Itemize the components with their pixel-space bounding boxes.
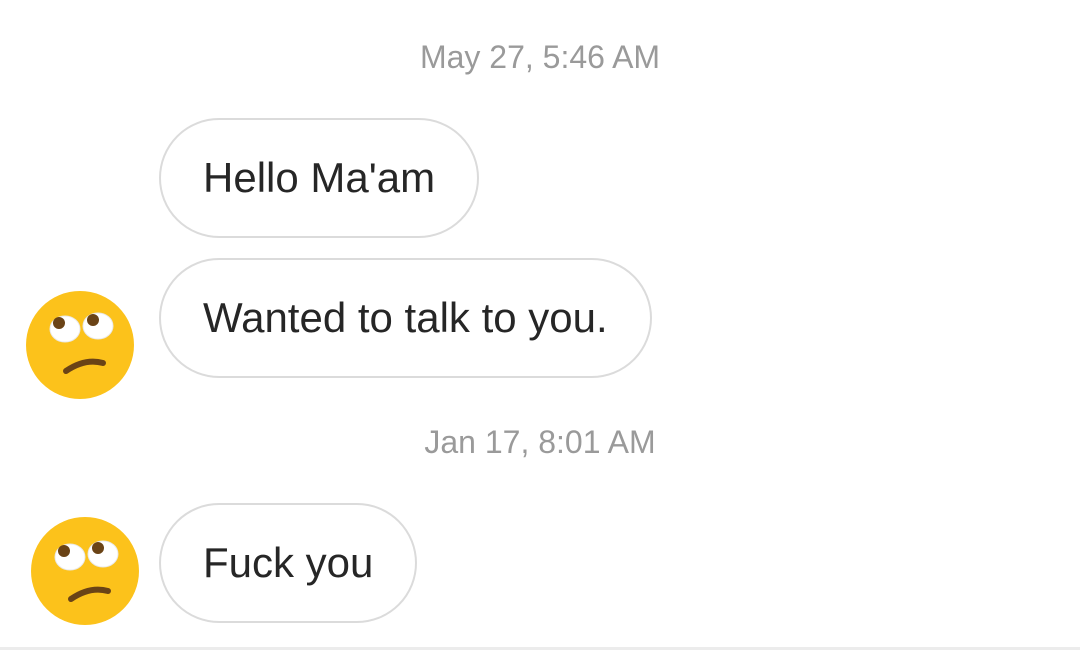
message-text: Wanted to talk to you. (203, 294, 608, 341)
face-with-rolling-eyes-icon (26, 291, 134, 399)
face-with-rolling-eyes-icon[interactable] (30, 516, 140, 626)
message-text: Fuck you (203, 539, 374, 586)
face-with-rolling-eyes-icon[interactable] (25, 290, 135, 400)
message-timestamp: Jan 17, 8:01 AM (424, 424, 656, 460)
received-message-bubble[interactable]: Fuck you (159, 503, 418, 623)
received-message-bubble[interactable]: Wanted to talk to you. (159, 258, 652, 378)
message-timestamp: May 27, 5:46 AM (419, 39, 661, 75)
received-message-bubble[interactable]: Hello Ma'am (159, 118, 480, 238)
message-text: Hello Ma'am (203, 154, 436, 201)
face-with-rolling-eyes-icon (31, 517, 139, 625)
